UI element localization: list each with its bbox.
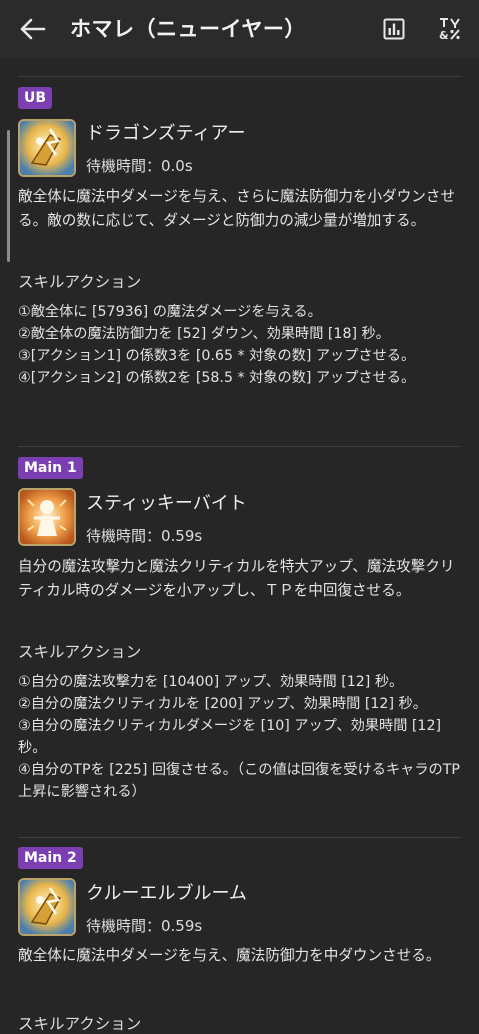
app-bar: ホマレ（ニューイヤー） & [0,0,479,58]
skill-icon [18,878,76,936]
skill-action-item: ③自分の魔法クリティカルダメージを [10] アップ、効果時間 [12] 秒。 [18,718,442,756]
skill-description: 敵全体に魔法中ダメージを与え、魔法防御力を中ダウンさせる。 [18,947,441,964]
divider [18,76,461,77]
sticky-bite-skill-icon [20,490,74,544]
cast-time: 待機時間：0.59s [86,527,203,545]
skill-action-item: ②自分の魔法クリティカルを [200] アップ、効果時間 [12] 秒。 [18,696,427,712]
page-title: ホマレ（ニューイヤー） [70,17,306,41]
dragon-tear-skill-icon [20,121,74,175]
skill-name: スティッキーバイト [86,493,247,514]
skill-action-item: ①敵全体に [57936] の魔法ダメージを与える。 [18,304,322,320]
skill-action-list: ①敵全体に [57936] の魔法ダメージを与える。 ②敵全体の魔法防御力を [… [18,301,463,389]
arrow-left-icon [20,18,46,40]
skill-action-heading: スキルアクション [18,1015,142,1033]
text-format-icon: & [439,18,460,42]
scrollbar[interactable] [7,130,10,262]
cast-time: 待機時間：0.59s [86,917,203,935]
skill-type-badge: UB [18,87,53,109]
divider [18,837,461,838]
cruel-bloom-skill-icon [20,880,74,934]
skill-description: 敵全体に魔法中ダメージを与え、さらに魔法防御力を小ダウンさせる。敵の数に応じて、… [18,188,456,229]
skill-type-badge: Main 1 [18,457,83,479]
skill-action-item: ④自分のTPを [225] 回復させる。（この値は回復を受けるキャラのTP上昇に… [18,762,460,800]
divider [18,446,461,447]
stats-button[interactable] [380,15,408,43]
skill-icon [18,488,76,546]
skill-icon [18,119,76,177]
skill-action-item: ④[アクション2] の係数2を [58.5 * 対象の数] アップさせる。 [18,370,416,386]
skill-action-heading: スキルアクション [18,273,142,291]
skill-action-heading: スキルアクション [18,643,142,661]
bar-chart-icon [383,18,405,40]
skill-name: クルーエルブルーム [86,883,247,904]
cast-time: 待機時間：0.0s [86,157,193,175]
skill-action-item: ③[アクション1] の係数3を [0.65 * 対象の数] アップさせる。 [18,348,416,364]
skill-type-badge: Main 2 [18,847,83,869]
skill-description: 自分の魔法攻撃力と魔法クリティカルを特大アップ、魔法攻撃クリティカル時のダメージ… [18,558,455,599]
skill-action-item: ①自分の魔法攻撃力を [10400] アップ、効果時間 [12] 秒。 [18,674,404,690]
skill-action-item: ②敵全体の魔法防御力を [52] ダウン、効果時間 [18] 秒。 [18,326,390,342]
svg-text:&: & [439,29,449,42]
text-format-button[interactable]: & [436,15,464,43]
skill-name: ドラゴンズティアー [86,123,246,144]
skill-action-list: ①自分の魔法攻撃力を [10400] アップ、効果時間 [12] 秒。 ②自分の… [18,671,463,803]
back-button[interactable] [14,15,50,43]
